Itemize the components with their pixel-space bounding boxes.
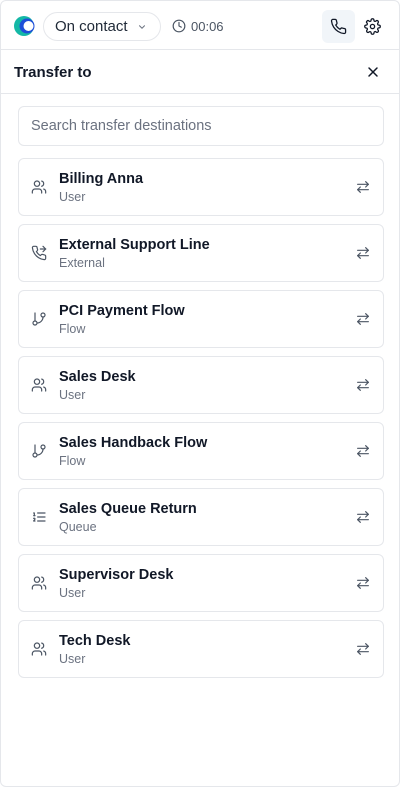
timer-value: 00:06 [191,18,224,34]
destination-name: Sales Handback Flow [59,435,208,451]
destination-item[interactable]: Supervisor Desk User [18,554,384,612]
close-button[interactable] [365,64,381,80]
destination-item[interactable]: Tech Desk User [18,620,384,678]
phone-button[interactable] [322,10,355,43]
destination-type: User [59,586,86,600]
destination-name: Tech Desk [59,633,131,649]
destination-type: Flow [59,322,86,336]
contact-timer: 00:06 [172,18,224,34]
search-input[interactable] [18,106,384,146]
settings-button[interactable] [361,15,383,37]
destination-name: Supervisor Desk [59,567,174,583]
panel-title: Transfer to [14,64,92,81]
transfer-arrows-icon[interactable] [355,179,371,195]
top-bar: On contact 00:06 [1,1,399,50]
chevron-down-icon [137,22,147,32]
phone-forward-icon [31,245,47,261]
transfer-arrows-icon[interactable] [355,245,371,261]
destination-name: External Support Line [59,237,210,253]
transfer-arrows-icon[interactable] [355,509,371,525]
destination-item[interactable]: Sales Handback Flow Flow [18,422,384,480]
destination-item[interactable]: Sales Desk User [18,356,384,414]
users-icon [31,377,47,393]
destination-type: Flow [59,454,86,468]
transfer-header: Transfer to [1,50,399,94]
destination-item[interactable]: External Support Line External [18,224,384,282]
gear-icon [363,17,381,35]
agent-status-label: On contact [55,18,128,35]
transfer-arrows-icon[interactable] [355,311,371,327]
transfer-arrows-icon[interactable] [355,575,371,591]
git-branch-icon [31,443,47,459]
close-icon [365,64,381,80]
destination-type: External [59,256,105,270]
destination-name: Billing Anna [59,171,144,187]
destination-type: User [59,652,86,666]
list-ordered-icon [31,509,47,525]
transfer-arrows-icon[interactable] [355,641,371,657]
destination-name: Sales Desk [59,369,136,385]
destination-item[interactable]: Billing Anna User [18,158,384,216]
destination-name: Sales Queue Return [59,501,197,517]
destination-type: User [59,190,86,204]
destination-list: Billing Anna User External Support Line Ex… [18,158,384,686]
brand-logo-icon [13,15,35,37]
transfer-arrows-icon[interactable] [355,377,371,393]
destination-name: PCI Payment Flow [59,303,185,319]
users-icon [31,641,47,657]
git-branch-icon [31,311,47,327]
destination-type: User [59,388,86,402]
softphone-panel: On contact 00:06 Transfer to Search tran… [0,0,400,787]
destination-item[interactable]: PCI Payment Flow Flow [18,290,384,348]
agent-status-dropdown[interactable]: On contact [43,12,161,41]
transfer-arrows-icon[interactable] [355,443,371,459]
destination-item[interactable]: Sales Queue Return Queue [18,488,384,546]
users-icon [31,575,47,591]
users-icon [31,179,47,195]
destination-type: Queue [59,520,97,534]
phone-icon [330,18,347,35]
clock-icon [172,19,186,33]
